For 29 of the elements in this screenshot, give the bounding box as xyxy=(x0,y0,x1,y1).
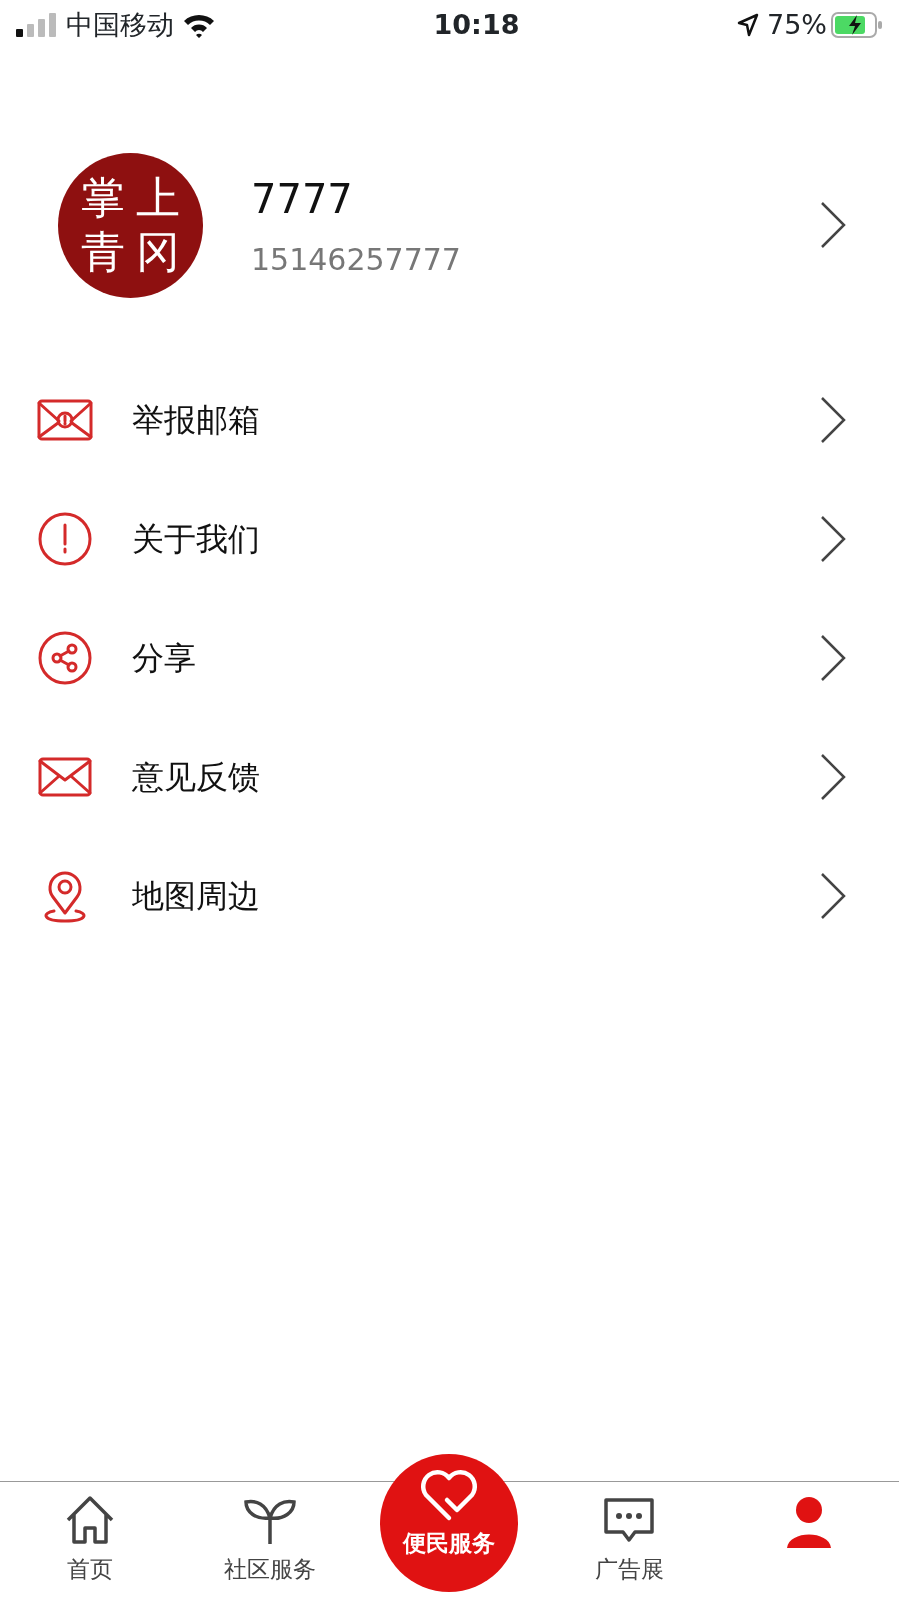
tab-item[interactable]: 广告展 xyxy=(539,1482,720,1600)
seal-character: 掌 xyxy=(81,175,126,220)
menu-item[interactable]: 分享 xyxy=(0,598,899,717)
tab-item[interactable]: 社区服务 xyxy=(179,1482,360,1600)
tab-item[interactable]: 首页 xyxy=(0,1482,180,1600)
chevron-right-icon xyxy=(819,751,847,802)
seal-character: 青 xyxy=(81,230,126,275)
chevron-right-icon xyxy=(819,200,847,250)
signal-icon xyxy=(16,13,58,37)
user-name: 7777 xyxy=(251,174,354,224)
seal-character: 冈 xyxy=(135,230,180,275)
chevron-right-icon xyxy=(819,394,847,445)
profile-row[interactable]: 掌 上 青 冈 7777 15146257777 xyxy=(0,150,899,300)
clock-time: 10:18 xyxy=(433,8,520,40)
seal-character: 上 xyxy=(135,175,180,220)
carrier-name: 中国移动 xyxy=(66,7,174,42)
chevron-right-icon xyxy=(819,870,847,921)
chevron-right-icon xyxy=(819,632,847,683)
battery-percent: 75% xyxy=(767,7,827,42)
menu-item[interactable]: 关于我们 xyxy=(0,479,899,598)
service-button[interactable]: 便民服务 xyxy=(380,1454,518,1592)
location-arrow-icon xyxy=(737,13,759,37)
menu-item[interactable]: 地图周边 xyxy=(0,836,899,955)
wifi-icon xyxy=(182,12,216,38)
phone-number: 15146257777 xyxy=(251,240,462,279)
battery-charging-icon xyxy=(831,12,883,38)
menu-item[interactable]: 意见反馈 xyxy=(0,717,899,836)
menu-item[interactable]: 举报邮箱 xyxy=(0,360,899,479)
chevron-right-icon xyxy=(819,513,847,564)
